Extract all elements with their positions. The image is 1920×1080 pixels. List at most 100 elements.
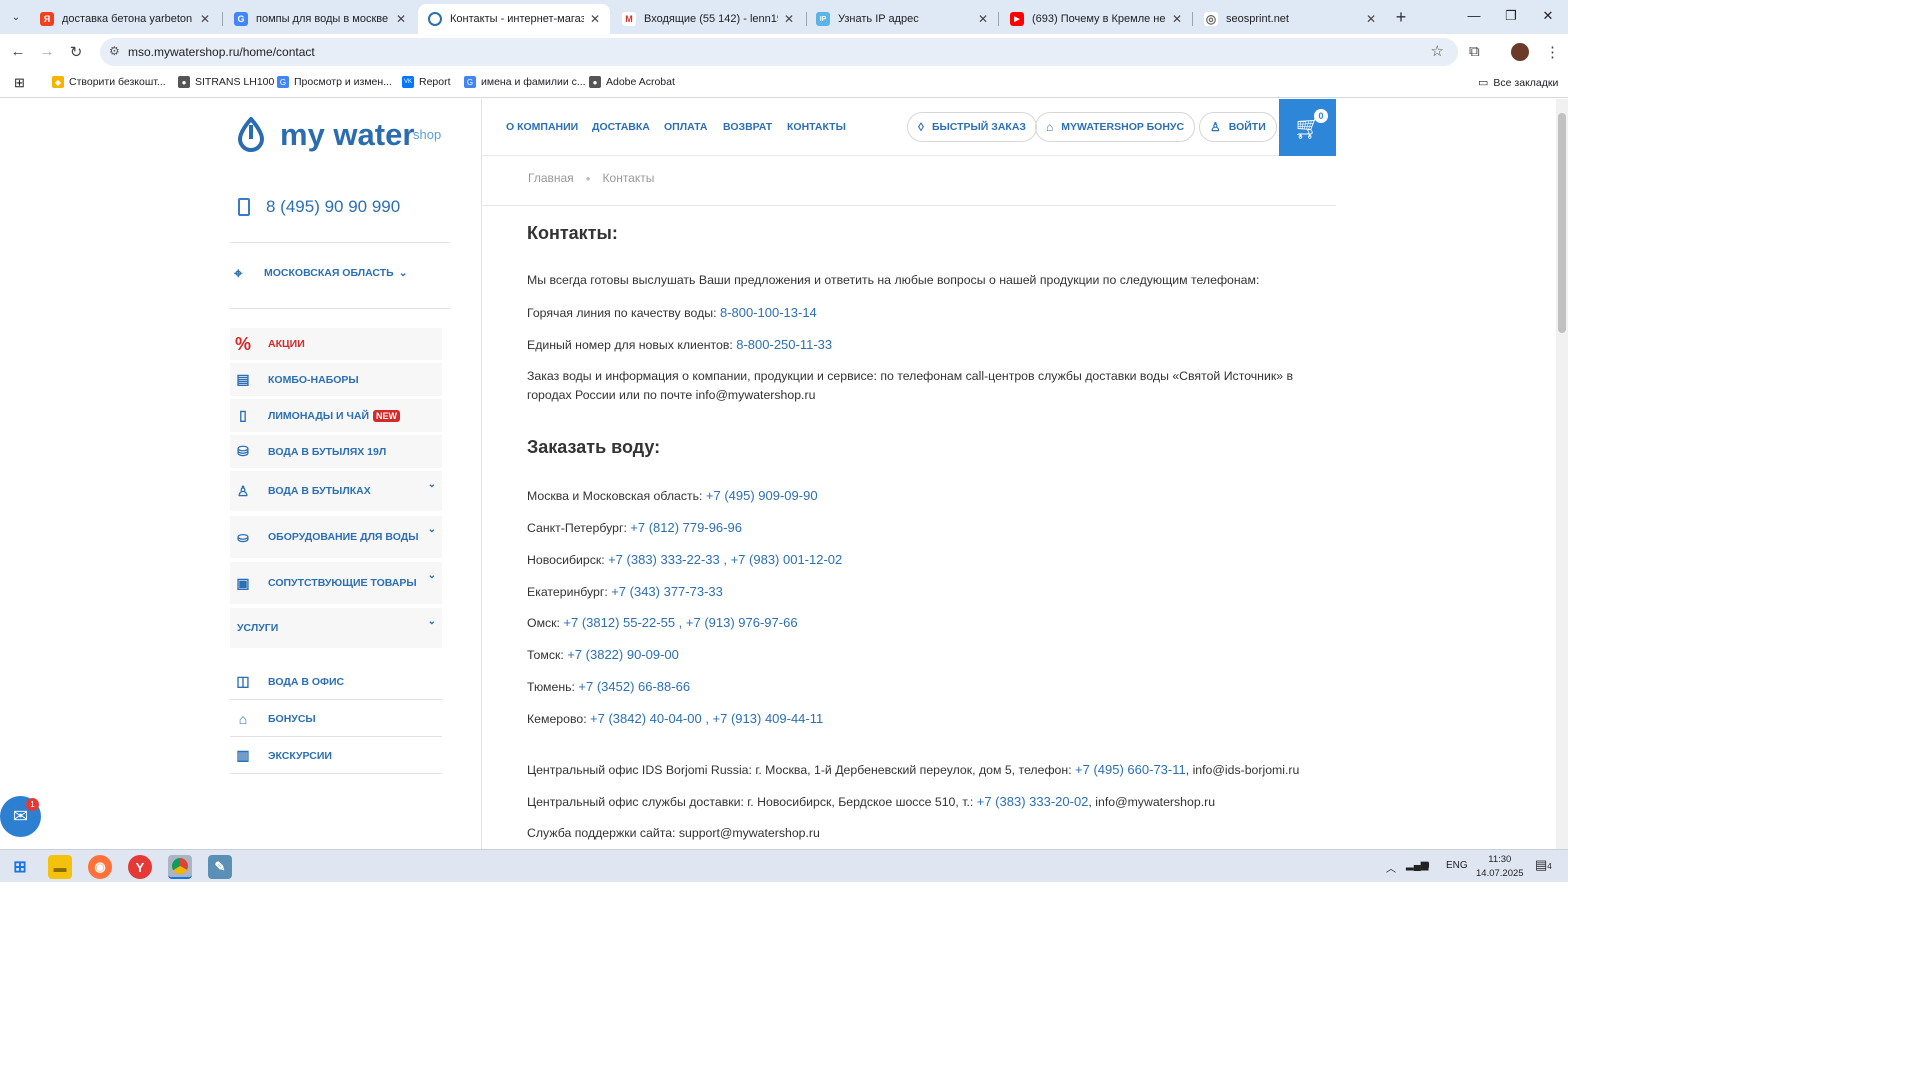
scrollbar-thumb[interactable] — [1558, 113, 1566, 333]
tab-7[interactable]: ◎ seosprint.net ✕ — [1194, 4, 1386, 34]
close-icon[interactable]: ✕ — [784, 12, 794, 26]
cart-button[interactable]: 🛒︎ 0 — [1279, 99, 1336, 156]
bookmark-5[interactable]: Gимена и фамилии с... — [464, 76, 586, 88]
city-phone[interactable]: +7 (3452) 66-88-66 — [578, 679, 690, 694]
phone-number[interactable]: 8 (495) 90 90 990 — [266, 197, 400, 217]
menu-icon[interactable]: ⋮ — [1545, 43, 1560, 61]
nav-delivery[interactable]: ДОСТАВКА — [592, 121, 650, 133]
city-phone[interactable]: +7 (3812) 55-22-55 , +7 (913) 976-97-66 — [563, 615, 797, 630]
bookmark-2[interactable]: ● SITRANS LH100 — [178, 76, 274, 88]
chevron-down-icon[interactable]: ⌄ — [428, 479, 436, 490]
menu-item-services[interactable]: УСЛУГИ ⌄ — [230, 608, 442, 648]
tab-search-button[interactable]: ⌄ — [6, 7, 26, 27]
volume-icon[interactable]: 🔈︎ — [1426, 860, 1432, 871]
tab-title: Контакты - интернет-магазин — [450, 13, 584, 25]
chevron-down-icon[interactable]: ⌄ — [428, 570, 436, 581]
language-indicator[interactable]: ENG — [1446, 860, 1468, 871]
tab-4[interactable]: M Входящие (55 142) - lenn1915 ✕ — [612, 4, 804, 34]
page-scrollbar[interactable] — [1556, 99, 1568, 849]
city-phone[interactable]: +7 (3822) 90-09-00 — [567, 647, 679, 662]
nav-about[interactable]: О КОМПАНИИ — [506, 121, 578, 133]
menu-item-equipment[interactable]: ⛀ ОБОРУДОВАНИЕ ДЛЯ ВОДЫ ⌄ — [230, 516, 442, 558]
menu-item-combo[interactable]: ▤ КОМБО-НАБОРЫ — [230, 363, 442, 396]
tab-6[interactable]: ▶ (693) Почему в Кремле не бо ✕ — [1000, 4, 1192, 34]
city-phone[interactable]: +7 (812) 779-96-96 — [630, 520, 742, 535]
close-icon[interactable]: ✕ — [1172, 12, 1182, 26]
breadcrumb: Главная ● Контакты — [528, 171, 655, 185]
city-phone[interactable]: +7 (343) 377-73-33 — [611, 584, 723, 599]
close-icon[interactable]: ✕ — [1366, 12, 1376, 26]
menu-item-bottles[interactable]: ♙ ВОДА В БУТЫЛКАХ ⌄ — [230, 471, 442, 511]
office2-phone[interactable]: +7 (383) 333-20-02 — [977, 794, 1089, 809]
extensions-icon[interactable]: ⧉ — [1469, 43, 1480, 60]
restore-button[interactable]: ❐ — [1501, 8, 1521, 24]
hotline-phone[interactable]: 8-800-100-13-14 — [720, 305, 817, 320]
close-icon[interactable]: ✕ — [396, 12, 406, 26]
app-icon[interactable]: ✎ — [208, 855, 232, 879]
tab-5[interactable]: IP Узнать IP адрес ✕ — [806, 4, 998, 34]
region-selector[interactable]: ⌖ МОСКОВСКАЯ ОБЛАСТЬ ⌄ — [234, 265, 408, 282]
menu-item-promo[interactable]: % АКЦИИ — [230, 328, 442, 360]
back-button[interactable]: ← — [9, 43, 27, 60]
bookmark-icon: ◆ — [52, 76, 64, 88]
quick-order-button[interactable]: ◊ БЫСТРЫЙ ЗАКАЗ — [907, 112, 1037, 142]
url-text[interactable]: mso.mywatershop.ru/home/contact — [128, 45, 315, 59]
menu-item-office[interactable]: ◫ ВОДА В ОФИС — [230, 664, 442, 700]
bonus-button[interactable]: ⌂ MYWATERSHOP БОНУС — [1035, 112, 1196, 142]
newclients-phone[interactable]: 8-800-250-11-33 — [736, 337, 832, 352]
notifications-icon[interactable]: ▤4 — [1535, 857, 1552, 873]
chrome-icon[interactable] — [168, 855, 192, 879]
windows-start-icon[interactable]: ⊞ — [8, 855, 32, 879]
menu-item-bottle19[interactable]: ⛁ ВОДА В БУТЫЛЯХ 19Л — [230, 435, 442, 468]
file-explorer-icon[interactable]: ▬ — [48, 855, 72, 879]
menu-item-goods[interactable]: ▣ СОПУТСТВУЮЩИЕ ТОВАРЫ ⌄ — [230, 562, 442, 604]
close-icon[interactable]: ✕ — [978, 12, 988, 26]
bookmark-6[interactable]: ● Adobe Acrobat — [589, 76, 675, 88]
city-name: Кемерово: — [527, 712, 587, 726]
nav-contacts[interactable]: КОНТАКТЫ — [787, 121, 846, 133]
bookmark-4[interactable]: VK Report — [402, 76, 451, 88]
chevron-down-icon[interactable]: ⌄ — [428, 616, 436, 627]
bookmark-label: Adobe Acrobat — [606, 76, 675, 88]
close-icon[interactable]: ✕ — [200, 12, 210, 26]
office1-phone[interactable]: +7 (495) 660-73-11 — [1075, 762, 1186, 777]
minimize-button[interactable]: — — [1464, 8, 1484, 23]
city-row: Омск: +7 (3812) 55-22-55 , +7 (913) 976-… — [527, 613, 798, 633]
tab-title: seosprint.net — [1226, 13, 1289, 25]
tab-2[interactable]: G помпы для воды в москве - По ✕ — [224, 4, 416, 34]
city-phone[interactable]: +7 (495) 909-09-90 — [706, 488, 818, 503]
close-window-button[interactable]: ✕ — [1538, 8, 1558, 24]
header-phone[interactable]: 8 (495) 90 90 990 — [238, 197, 400, 217]
chevron-down-icon[interactable]: ⌄ — [428, 524, 436, 535]
site-logo[interactable]: my water shop — [236, 117, 456, 157]
breadcrumb-home[interactable]: Главная — [528, 171, 574, 185]
forward-button[interactable]: → — [38, 43, 56, 60]
city-phone[interactable]: +7 (3842) 40-04-00 , +7 (913) 409-44-11 — [590, 711, 823, 726]
tab-1[interactable]: Я доставка бетона yarbeton — Я ✕ — [30, 4, 220, 34]
nav-return[interactable]: ВОЗВРАТ — [723, 121, 772, 133]
menu-item-excursions[interactable]: ▥ ЭКСКУРСИИ — [230, 738, 442, 774]
profile-avatar[interactable] — [1511, 43, 1529, 61]
tab-3-active[interactable]: Контакты - интернет-магазин ✕ — [418, 4, 610, 34]
tray-chevron-icon[interactable]: ︿ — [1386, 860, 1396, 875]
nav-payment[interactable]: ОПЛАТА — [664, 121, 707, 133]
clock[interactable]: 11:30 14.07.2025 — [1476, 853, 1524, 881]
reload-button[interactable]: ↻ — [67, 43, 85, 61]
yandex-browser-icon[interactable]: Y — [128, 855, 152, 879]
bookmark-1[interactable]: ◆ Створити безкошт... — [52, 76, 166, 88]
firefox-icon[interactable]: ◉ — [88, 855, 112, 879]
bookmark-star-icon[interactable]: ☆ — [1431, 42, 1444, 60]
all-bookmarks[interactable]: ▭ Все закладки — [1478, 76, 1558, 90]
bookmark-3[interactable]: G Просмотр и измен... — [277, 76, 392, 88]
new-tab-button[interactable]: + — [1392, 7, 1410, 28]
intro-text: Мы всегда готовы выслушать Ваши предложе… — [527, 273, 1260, 287]
site-info-icon[interactable]: ⚙ — [109, 44, 120, 58]
menu-item-lemonade[interactable]: ▯ ЛИМОНАДЫ И ЧАЙ NEW — [230, 399, 442, 432]
city-phone[interactable]: +7 (383) 333-22-33 , +7 (983) 001-12-02 — [608, 552, 842, 567]
menu-item-bonus[interactable]: ⌂ БОНУСЫ — [230, 701, 442, 737]
apps-icon[interactable]: ⊞ — [14, 75, 25, 91]
mail-button[interactable]: ✉ 1 — [0, 796, 41, 837]
login-button[interactable]: ♙ ВОЙТИ — [1199, 112, 1277, 142]
close-icon[interactable]: ✕ — [590, 12, 600, 26]
address-bar[interactable]: ⚙ mso.mywatershop.ru/home/contact ☆ — [100, 38, 1458, 66]
